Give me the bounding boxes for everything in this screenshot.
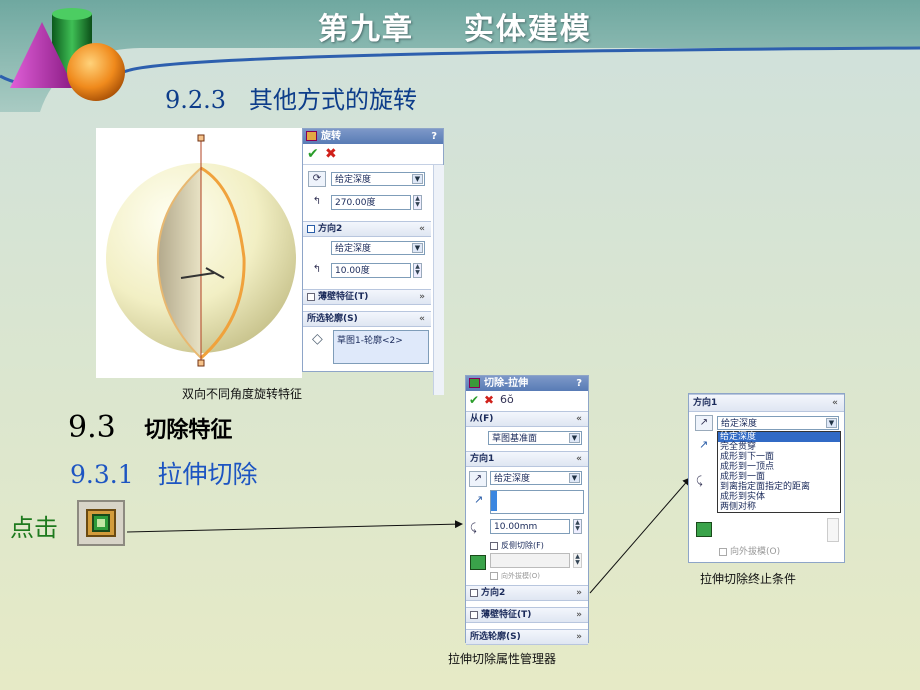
end-condition-option[interactable]: 成形到一面: [718, 472, 840, 482]
direction1-group: ↗ 给定深度 ▼ ↗ ⤹ 10.00mm ▲ ▼ 反侧切除(F) ▲ ▼ 向外拔模(O…: [466, 467, 588, 585]
end-condition-option[interactable]: 成形到一顶点: [718, 462, 840, 472]
collapse-icon: «: [576, 454, 582, 464]
direction-arrow-icon: ↗: [474, 493, 484, 506]
from-select[interactable]: 草图基准面 ▼: [488, 431, 582, 445]
draft-outward-checkbox[interactable]: [719, 547, 727, 556]
expand-icon: »: [576, 588, 582, 598]
draft-angle-spinner[interactable]: ▲ ▼: [573, 553, 582, 568]
reverse-direction-icon[interactable]: ↗: [695, 415, 713, 431]
cancel-x-icon[interactable]: ✖: [484, 393, 494, 407]
cut-extrude-icon: [469, 378, 480, 388]
caption-end-condition: 拉伸切除终止条件: [700, 572, 797, 586]
direction1-header[interactable]: 方向1 «: [689, 394, 844, 412]
end-condition-dropdown-list[interactable]: 给定深度 完全贯穿 成形到下一面 成形到一顶点 成形到一面 到离指定面指定的距离 成形到实体…: [717, 431, 841, 513]
expand-icon: »: [576, 632, 582, 642]
direction-selection-box[interactable]: [490, 490, 584, 514]
caption-cut-property-manager: 拉伸切除属性管理器: [448, 652, 557, 666]
end-condition-select[interactable]: 给定深度 ▼: [490, 471, 582, 485]
depth-spinner[interactable]: ▲ ▼: [573, 519, 582, 534]
end-condition-option[interactable]: 给定深度: [718, 432, 840, 442]
end-condition-panel: 方向1 « ↗ 给定深度 ▼ ↗ ⤹ 给定深度 完全贯穿 成形到下一面 成形到一顶点 成形到…: [688, 393, 845, 563]
draft-outward-option[interactable]: 向外拔模(O): [490, 571, 540, 581]
cut-extrude-panel-title: 切除-拉伸 ?: [466, 376, 588, 391]
end-condition-option[interactable]: 完全贯穿: [718, 442, 840, 452]
flip-side-checkbox[interactable]: [490, 541, 498, 550]
scroll-stub: [827, 518, 839, 542]
from-header[interactable]: 从(F) «: [466, 411, 588, 427]
expand-icon: »: [576, 610, 582, 620]
cut-extrude-property-manager: 切除-拉伸 ? ✔ ✖ 6ŏ 从(F) « 草图基准面 ▼ 方向1 « ↗ 给定深度 ▼…: [465, 375, 589, 645]
flip-side-option[interactable]: 反侧切除(F): [490, 540, 544, 551]
collapse-icon: «: [832, 398, 838, 408]
end-condition-select[interactable]: 给定深度 ▼: [717, 416, 839, 430]
direction1-header[interactable]: 方向1 «: [466, 451, 588, 467]
draft-icon[interactable]: [696, 522, 712, 537]
detailed-preview-icon[interactable]: 6ŏ: [500, 393, 514, 406]
reverse-direction-icon[interactable]: ↗: [469, 471, 487, 487]
chevron-down-icon: ▼: [569, 473, 580, 483]
collapse-icon: «: [576, 414, 582, 424]
end-condition-option[interactable]: 两侧对称: [718, 502, 840, 512]
ok-check-icon[interactable]: ✔: [469, 393, 479, 407]
thin-feature-checkbox[interactable]: [470, 610, 478, 619]
direction2-checkbox[interactable]: [470, 588, 478, 597]
direction-arrow-icon: ↗: [699, 438, 709, 451]
depth-icon: ⤹: [696, 474, 703, 487]
draft-icon[interactable]: [470, 555, 486, 570]
depth-icon: ⤹: [470, 521, 477, 534]
draft-angle-input[interactable]: [490, 553, 570, 568]
thin-feature-header[interactable]: 薄壁特征(T)»: [466, 607, 588, 623]
direction2-header[interactable]: 方向2»: [466, 585, 588, 601]
end-condition-option[interactable]: 成形到下一面: [718, 452, 840, 462]
draft-outward-checkbox[interactable]: [490, 572, 498, 580]
arrow-to-cut-panel: [126, 520, 463, 533]
chevron-down-icon: ▼: [569, 433, 580, 443]
chevron-down-icon: ▼: [826, 418, 837, 428]
depth-input[interactable]: 10.00mm: [490, 519, 570, 534]
end-condition-option[interactable]: 到离指定面指定的距离: [718, 482, 840, 492]
help-icon[interactable]: ?: [576, 376, 582, 391]
arrow-to-end-condition: [589, 477, 691, 594]
selected-contours-header[interactable]: 所选轮廓(S)»: [466, 629, 588, 645]
end-condition-option[interactable]: 成形到实体: [718, 492, 840, 502]
draft-outward-option[interactable]: 向外拔模(O): [719, 544, 780, 557]
